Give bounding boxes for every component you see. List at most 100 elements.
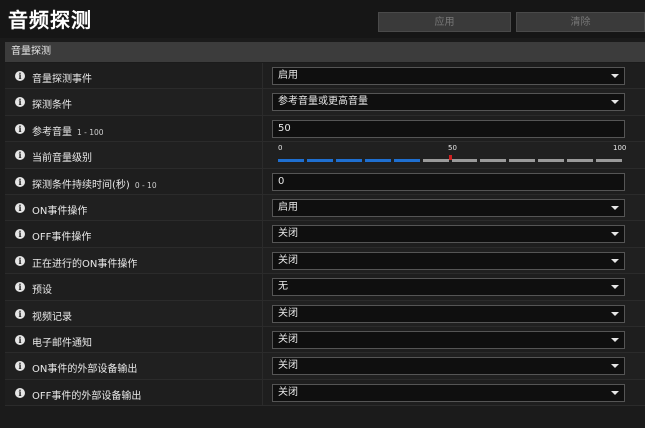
setting-value: 启用	[278, 70, 298, 81]
setting-label-cell: i 电子邮件通知	[5, 326, 263, 353]
chevron-down-icon	[611, 311, 619, 316]
meter-segment	[480, 159, 507, 163]
info-icon[interactable]: i	[15, 202, 25, 213]
setting-select[interactable]: 参考音量或更高音量	[272, 93, 625, 112]
setting-label-text: 音量探测事件	[32, 74, 92, 85]
info-icon[interactable]: i	[15, 123, 25, 134]
meter-segment	[393, 159, 420, 163]
setting-row: i 视频记录 关闭	[5, 300, 645, 327]
meter-segment	[364, 159, 391, 163]
setting-select[interactable]: 关闭	[272, 251, 625, 270]
info-icon[interactable]: i	[15, 334, 25, 345]
setting-label-cell: i ON事件的外部设备输出	[5, 353, 263, 379]
setting-value: 关闭	[278, 333, 298, 345]
setting-label-cell: i 视频记录	[5, 300, 263, 326]
setting-value: 50	[278, 122, 291, 134]
setting-label-text: 正在进行的ON事件操作	[32, 258, 138, 270]
setting-label-text: 预设	[32, 285, 52, 297]
setting-label-cell: i 探测条件持续时间(秒) 0 - 10	[5, 168, 263, 194]
info-icon[interactable]: i	[15, 229, 25, 240]
setting-label-text: 当前音量级别	[32, 153, 92, 165]
setting-row: i ON事件操作 启用	[5, 194, 645, 222]
meter-segment	[509, 159, 536, 163]
info-icon[interactable]: i	[15, 97, 25, 108]
info-icon[interactable]: i	[15, 176, 25, 187]
chevron-down-icon	[611, 390, 619, 395]
info-icon[interactable]: i	[15, 308, 25, 319]
setting-value: 关闭	[278, 254, 298, 266]
meter-segment	[451, 159, 478, 163]
info-icon[interactable]: i	[15, 387, 25, 398]
setting-label-text: ON事件操作	[32, 205, 88, 217]
setting-label: 电子邮件通知	[32, 334, 92, 349]
setting-select[interactable]: 启用	[272, 67, 625, 85]
setting-label-cell: i 音量探测事件	[5, 63, 263, 89]
setting-label-text: OFF事件操作	[32, 232, 92, 244]
setting-label-text: 电子邮件通知	[32, 337, 92, 349]
reference-level-marker	[449, 155, 452, 161]
setting-label-cell: i 探测条件	[5, 89, 263, 115]
setting-label: 参考音量 1 - 100	[32, 123, 104, 138]
setting-label: OFF事件操作	[32, 228, 91, 243]
setting-select[interactable]: 关闭	[272, 225, 625, 244]
setting-label: ON事件的外部设备输出	[32, 360, 137, 375]
chevron-down-icon	[611, 74, 619, 78]
meter-segment	[422, 159, 449, 163]
chevron-down-icon	[611, 100, 619, 105]
setting-value: 无	[278, 281, 288, 293]
setting-label-cell: i OFF事件操作	[5, 221, 263, 247]
info-icon[interactable]: i	[15, 255, 25, 266]
setting-row: i 探测条件 参考音量或更高音量	[5, 89, 645, 116]
setting-label-cell: i 参考音量 1 - 100	[5, 115, 263, 142]
setting-label: 正在进行的ON事件操作	[32, 255, 137, 270]
setting-select[interactable]: 关闭	[272, 304, 625, 323]
setting-select[interactable]: 关闭	[272, 383, 625, 402]
setting-row: i 当前音量级别 0 50 100	[5, 142, 645, 169]
setting-input[interactable]: 0	[272, 172, 625, 191]
info-icon[interactable]: i	[15, 282, 25, 293]
setting-value: 启用	[278, 201, 298, 213]
meter-tick-label: 0	[278, 144, 283, 153]
setting-select[interactable]: 启用	[272, 198, 625, 217]
setting-value: 参考音量或更高音量	[278, 96, 368, 108]
info-icon[interactable]: i	[15, 150, 25, 161]
setting-value: 0	[278, 175, 285, 187]
meter-segment	[567, 159, 594, 163]
setting-value: 关闭	[278, 386, 298, 398]
setting-label-text: 参考音量	[32, 126, 72, 138]
setting-row: i 音量探测事件 启用	[5, 63, 645, 90]
setting-label: 探测条件	[32, 96, 72, 111]
setting-range: 1 - 100	[77, 127, 104, 137]
setting-value: 关闭	[278, 307, 298, 319]
chevron-down-icon	[611, 285, 619, 290]
setting-label-cell: i 正在进行的ON事件操作	[5, 247, 263, 274]
setting-label: 预设	[32, 281, 52, 296]
setting-input[interactable]: 50	[272, 119, 625, 138]
setting-select[interactable]: 关闭	[272, 357, 625, 376]
meter-tick-label: 50	[448, 144, 457, 153]
header-bar: 音频探测 应用 清除	[0, 0, 645, 38]
info-icon[interactable]: i	[15, 71, 25, 81]
meter-segment	[306, 159, 333, 163]
setting-select[interactable]: 关闭	[272, 330, 625, 349]
chevron-down-icon	[611, 337, 619, 342]
clear-button[interactable]: 清除	[516, 12, 645, 32]
setting-row: i 探测条件持续时间(秒) 0 - 10 0	[5, 168, 645, 195]
setting-label-cell: i 预设	[5, 274, 263, 300]
setting-label-text: 视频记录	[32, 311, 72, 323]
chevron-down-icon	[611, 205, 619, 210]
setting-label: 当前音量级别	[32, 149, 92, 164]
setting-label: 探测条件持续时间(秒) 0 - 10	[32, 176, 157, 191]
setting-label-text: OFF事件的外部设备输出	[32, 390, 142, 402]
setting-value: 关闭	[278, 228, 298, 240]
setting-value: 关闭	[278, 360, 298, 372]
setting-label-cell: i ON事件操作	[5, 194, 263, 221]
apply-button[interactable]: 应用	[378, 12, 511, 32]
setting-label-cell: i OFF事件的外部设备输出	[5, 379, 263, 406]
info-icon[interactable]: i	[15, 361, 25, 372]
section-header: 音量探测	[5, 42, 645, 62]
setting-row: i ON事件的外部设备输出 关闭	[5, 353, 645, 380]
page-title: 音频探测	[8, 8, 92, 32]
setting-select[interactable]: 无	[272, 278, 625, 297]
meter-segment	[538, 159, 565, 163]
